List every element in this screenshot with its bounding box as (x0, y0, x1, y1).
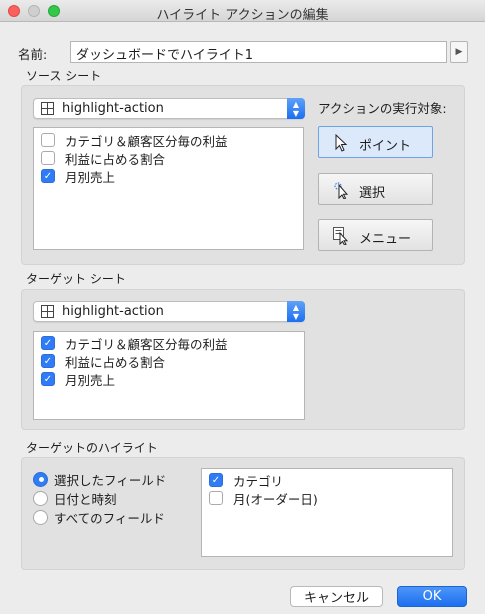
action-hover-button[interactable]: ポイント (318, 126, 433, 158)
list-item[interactable]: ✓ カテゴリ＆顧客区分毎の利益 (41, 334, 228, 352)
list-item[interactable]: 利益に占める割合 (41, 149, 165, 167)
action-menu-label: メニュー (359, 232, 412, 247)
list-item-label: カテゴリ＆顧客区分毎の利益 (65, 133, 228, 149)
list-item[interactable]: ✓ 月別売上 (41, 167, 115, 185)
play-icon: ▶ (455, 47, 463, 57)
highlight-fields-list: ✓ カテゴリ 月(オーダー日) (201, 468, 453, 557)
target-sheet-value: highlight-action (62, 304, 164, 319)
menu-cursor-icon (333, 227, 349, 245)
list-item-label: カテゴリ＆顧客区分毎の利益 (65, 336, 228, 352)
action-hover-label: ポイント (359, 139, 412, 154)
checkbox[interactable]: ✓ (41, 169, 55, 183)
name-label: 名前: (18, 47, 48, 62)
action-select-button[interactable]: 選択 (318, 173, 433, 205)
list-item-label: 月別売上 (65, 372, 116, 388)
name-input[interactable]: ダッシュボードでハイライト1 (70, 41, 447, 63)
checkbox[interactable] (41, 151, 55, 165)
radio-selected-fields[interactable]: 選択したフィールド (33, 470, 166, 488)
target-sheet-title: ターゲット シート (26, 272, 126, 286)
title-bar: ハイライト アクションの編集 (0, 0, 485, 23)
radio-button[interactable] (33, 490, 48, 506)
list-item-label: 月別売上 (65, 169, 116, 185)
sheet-grid-icon (41, 102, 54, 115)
checkbox[interactable]: ✓ (41, 336, 55, 350)
list-item[interactable]: カテゴリ＆顧客区分毎の利益 (41, 131, 228, 149)
source-fields-list: カテゴリ＆顧客区分毎の利益 利益に占める割合 ✓ 月別売上 (33, 127, 304, 250)
checkbox[interactable] (209, 491, 223, 505)
source-sheet-dropdown[interactable]: highlight-action ▲ ▼ (33, 98, 305, 119)
radio-button[interactable] (33, 471, 48, 487)
checkbox[interactable]: ✓ (209, 473, 223, 487)
list-item-label: 月(オーダー日) (233, 491, 318, 507)
insert-menu-button[interactable]: ▶ (450, 41, 468, 63)
list-item[interactable]: ✓ 利益に占める割合 (41, 352, 165, 370)
radio-date-time[interactable]: 日付と時刻 (33, 489, 117, 507)
list-item[interactable]: ✓ カテゴリ (209, 471, 283, 489)
checkbox[interactable]: ✓ (41, 372, 55, 386)
action-menu-button[interactable]: メニュー (318, 219, 433, 251)
action-select-label: 選択 (359, 186, 386, 201)
pointer-icon (335, 134, 348, 152)
checkbox[interactable] (41, 133, 55, 147)
cancel-button[interactable]: キャンセル (290, 586, 383, 607)
list-item[interactable]: 月(オーダー日) (209, 489, 318, 507)
target-highlight-title: ターゲットのハイライト (26, 441, 158, 455)
sheet-grid-icon (41, 305, 54, 318)
checkbox[interactable]: ✓ (41, 354, 55, 368)
select-cursor-icon (334, 182, 349, 199)
list-item[interactable]: ✓ 月別売上 (41, 370, 115, 388)
dropdown-arrows-icon: ▲ ▼ (287, 98, 305, 119)
list-item-label: カテゴリ (233, 473, 284, 489)
radio-button[interactable] (33, 509, 48, 525)
ok-button[interactable]: OK (397, 586, 467, 607)
radio-label: すべてのフィールド (54, 510, 165, 526)
source-sheet-title: ソース シート (26, 69, 102, 83)
list-item-label: 利益に占める割合 (65, 151, 166, 167)
radio-label: 日付と時刻 (54, 491, 117, 507)
window-title: ハイライト アクションの編集 (156, 8, 329, 23)
action-trigger-label: アクションの実行対象: (318, 101, 447, 116)
source-sheet-value: highlight-action (62, 101, 164, 116)
radio-all-fields[interactable]: すべてのフィールド (33, 508, 165, 526)
list-item-label: 利益に占める割合 (65, 354, 166, 370)
dropdown-arrows-icon: ▲ ▼ (287, 301, 305, 322)
target-fields-list: ✓ カテゴリ＆顧客区分毎の利益 ✓ 利益に占める割合 ✓ 月別売上 (33, 331, 305, 420)
radio-label: 選択したフィールド (54, 472, 167, 488)
target-sheet-dropdown[interactable]: highlight-action ▲ ▼ (33, 301, 305, 322)
